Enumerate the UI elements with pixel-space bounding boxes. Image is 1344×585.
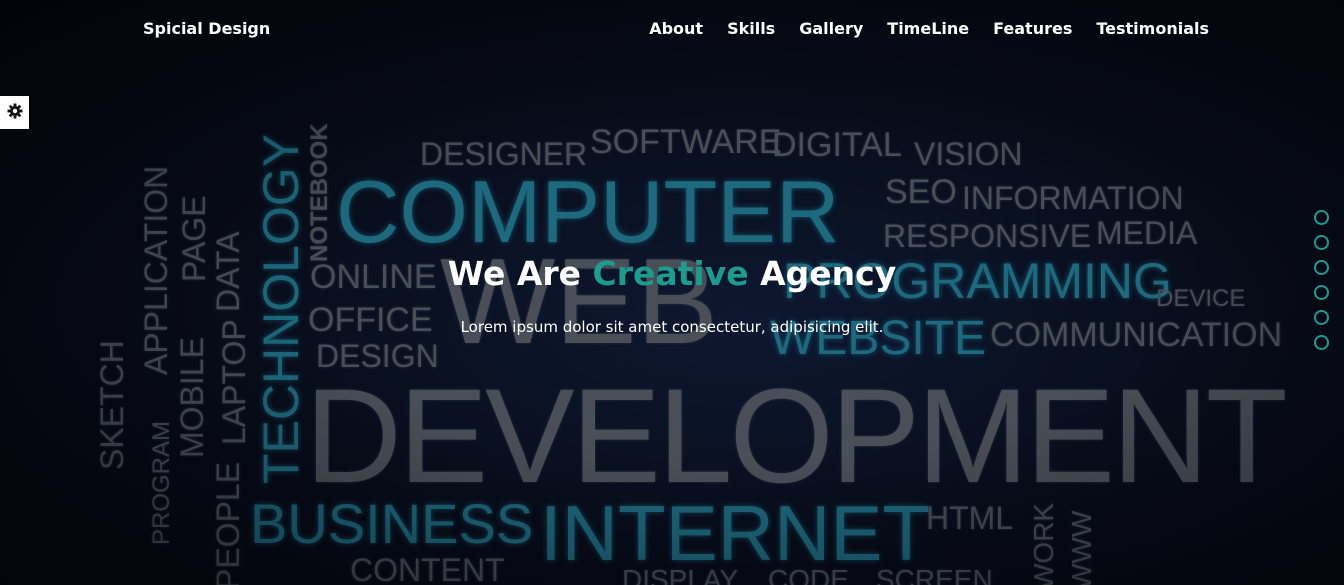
- section-bullet[interactable]: [1314, 210, 1329, 225]
- gear-icon: [7, 103, 23, 123]
- nav-link-gallery[interactable]: Gallery: [799, 19, 863, 38]
- hero-title-accent: Creative: [592, 254, 749, 293]
- hero-title-pre: We Are: [447, 254, 593, 293]
- section-bullet[interactable]: [1314, 235, 1329, 250]
- nav-link-skills[interactable]: Skills: [727, 19, 775, 38]
- nav-link-features[interactable]: Features: [993, 19, 1072, 38]
- nav-menu: About Skills Gallery TimeLine Features T…: [649, 19, 1209, 38]
- hero-title-post: Agency: [748, 254, 897, 293]
- top-navbar: Spicial Design About Skills Gallery Time…: [0, 0, 1344, 58]
- hero-subtitle: Lorem ipsum dolor sit amet consectetur, …: [460, 318, 884, 336]
- nav-link-about[interactable]: About: [649, 19, 703, 38]
- brand-logo[interactable]: Spicial Design: [143, 19, 270, 38]
- settings-toggle-button[interactable]: [0, 96, 29, 129]
- nav-link-timeline[interactable]: TimeLine: [887, 19, 969, 38]
- hero-title: We Are Creative Agency: [0, 254, 1344, 293]
- section-bullet[interactable]: [1314, 335, 1329, 350]
- nav-link-testimonials[interactable]: Testimonials: [1096, 19, 1209, 38]
